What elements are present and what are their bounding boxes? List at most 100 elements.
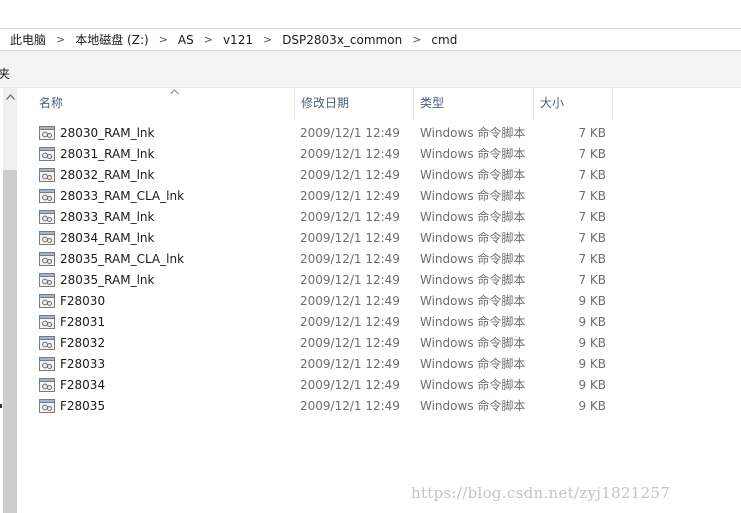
file-name[interactable]: F28034 [60, 375, 105, 396]
file-name[interactable]: 28033_RAM_lnk [60, 207, 154, 228]
cmd-script-file-icon [39, 126, 55, 140]
scrollbar-thumb[interactable] [3, 170, 17, 513]
file-modified-date: 2009/12/1 12:49 [300, 189, 400, 203]
file-modified-date: 2009/12/1 12:49 [300, 315, 400, 329]
breadcrumb-item-as[interactable]: AS [178, 33, 194, 47]
table-row[interactable]: 28032_RAM_lnk 2009/12/1 12:49 Windows 命令脚本… [22, 165, 741, 186]
file-name[interactable]: 28035_RAM_CLA_lnk [60, 249, 184, 270]
table-row[interactable]: F28030 2009/12/1 12:49 Windows 命令脚本 9 KB [22, 291, 741, 312]
cmd-script-file-icon [39, 168, 55, 182]
breadcrumb-separator-icon[interactable]: > [263, 33, 272, 46]
table-row[interactable]: 28031_RAM_lnk 2009/12/1 12:49 Windows 命令脚本… [22, 144, 741, 165]
pane-edge-mark [0, 404, 2, 408]
file-size: 9 KB [578, 399, 606, 413]
table-row[interactable]: 28035_RAM_CLA_lnk 2009/12/1 12:49 Windows … [22, 249, 741, 270]
file-name[interactable]: 28030_RAM_lnk [60, 123, 154, 144]
column-header-type[interactable]: 类型 [413, 88, 533, 120]
column-header-name[interactable]: 名称 [33, 88, 293, 120]
table-row[interactable]: 28033_RAM_CLA_lnk 2009/12/1 12:49 Windows … [22, 186, 741, 207]
cmd-script-file-icon [39, 231, 55, 245]
table-row[interactable]: F28031 2009/12/1 12:49 Windows 命令脚本 9 KB [22, 312, 741, 333]
file-name[interactable]: 28034_RAM_lnk [60, 228, 154, 249]
table-row[interactable]: F28035 2009/12/1 12:49 Windows 命令脚本 9 KB [22, 396, 741, 417]
column-header-size[interactable]: 大小 [533, 88, 613, 120]
file-size: 9 KB [578, 357, 606, 371]
cmd-script-file-icon [39, 273, 55, 287]
breadcrumb-separator-icon[interactable]: > [159, 33, 168, 46]
table-row[interactable]: 28035_RAM_lnk 2009/12/1 12:49 Windows 命令脚本… [22, 270, 741, 291]
file-name[interactable]: 28031_RAM_lnk [60, 144, 154, 165]
table-row[interactable]: F28032 2009/12/1 12:49 Windows 命令脚本 9 KB [22, 333, 741, 354]
file-type: Windows 命令脚本 [420, 378, 526, 392]
file-size: 7 KB [578, 252, 606, 266]
file-name[interactable]: F28031 [60, 312, 105, 333]
command-bar: 夹 [0, 51, 741, 88]
breadcrumb-separator-icon[interactable]: > [204, 33, 213, 46]
breadcrumb-separator-icon[interactable]: > [56, 33, 65, 46]
file-size: 7 KB [578, 126, 606, 140]
file-type: Windows 命令脚本 [420, 252, 526, 266]
file-type: Windows 命令脚本 [420, 168, 526, 182]
file-modified-date: 2009/12/1 12:49 [300, 357, 400, 371]
file-size: 7 KB [578, 147, 606, 161]
breadcrumb-item-local-disk[interactable]: 本地磁盘 (Z:) [75, 31, 148, 48]
breadcrumb-item-this-pc[interactable]: 此电脑 [10, 31, 46, 48]
file-size: 9 KB [578, 336, 606, 350]
file-size: 9 KB [578, 294, 606, 308]
file-type: Windows 命令脚本 [420, 357, 526, 371]
file-modified-date: 2009/12/1 12:49 [300, 168, 400, 182]
column-header-row: 名称 修改日期 类型 大小 [22, 88, 741, 120]
file-type: Windows 命令脚本 [420, 126, 526, 140]
file-size: 7 KB [578, 189, 606, 203]
table-row[interactable]: 28033_RAM_lnk 2009/12/1 12:49 Windows 命令脚本… [22, 207, 741, 228]
table-row[interactable]: 28034_RAM_lnk 2009/12/1 12:49 Windows 命令脚本… [22, 228, 741, 249]
table-row[interactable]: 28030_RAM_lnk 2009/12/1 12:49 Windows 命令脚本… [22, 123, 741, 144]
file-modified-date: 2009/12/1 12:49 [300, 294, 400, 308]
file-modified-date: 2009/12/1 12:49 [300, 147, 400, 161]
file-name[interactable]: F28033 [60, 354, 105, 375]
file-modified-date: 2009/12/1 12:49 [300, 252, 400, 266]
file-modified-date: 2009/12/1 12:49 [300, 126, 400, 140]
cmd-script-file-icon [39, 210, 55, 224]
file-name[interactable]: 28032_RAM_lnk [60, 165, 154, 186]
file-modified-date: 2009/12/1 12:49 [300, 210, 400, 224]
file-size: 7 KB [578, 231, 606, 245]
file-name[interactable]: F28032 [60, 333, 105, 354]
breadcrumb-item-v121[interactable]: v121 [223, 33, 253, 47]
column-header-date[interactable]: 修改日期 [294, 88, 414, 120]
file-modified-date: 2009/12/1 12:49 [300, 231, 400, 245]
cmd-script-file-icon [39, 399, 55, 413]
cmd-script-file-icon [39, 357, 55, 371]
file-name[interactable]: F28035 [60, 396, 105, 417]
breadcrumb-separator-icon[interactable]: > [412, 33, 421, 46]
file-size: 7 KB [578, 210, 606, 224]
cmd-script-file-icon [39, 147, 55, 161]
cmd-script-file-icon [39, 378, 55, 392]
file-name[interactable]: 28033_RAM_CLA_lnk [60, 186, 184, 207]
breadcrumb[interactable]: 此电脑 > 本地磁盘 (Z:) > AS > v121 > DSP2803x_c… [0, 28, 741, 51]
file-type: Windows 命令脚本 [420, 273, 526, 287]
breadcrumb-item-cmd[interactable]: cmd [431, 33, 457, 47]
watermark-text: https://blog.csdn.net/zyj1821257 [411, 484, 671, 502]
file-type: Windows 命令脚本 [420, 294, 526, 308]
file-modified-date: 2009/12/1 12:49 [300, 378, 400, 392]
table-row[interactable]: F28034 2009/12/1 12:49 Windows 命令脚本 9 KB [22, 375, 741, 396]
file-name[interactable]: F28030 [60, 291, 105, 312]
table-row[interactable]: F28033 2009/12/1 12:49 Windows 命令脚本 9 KB [22, 354, 741, 375]
file-name[interactable]: 28035_RAM_lnk [60, 270, 154, 291]
file-size: 7 KB [578, 168, 606, 182]
cmd-script-file-icon [39, 252, 55, 266]
column-header-name-label: 名称 [39, 96, 64, 110]
file-type: Windows 命令脚本 [420, 147, 526, 161]
command-bar-partial-label[interactable]: 夹 [0, 65, 10, 82]
cmd-script-file-icon [39, 294, 55, 308]
file-modified-date: 2009/12/1 12:49 [300, 399, 400, 413]
cmd-script-file-icon [39, 336, 55, 350]
file-modified-date: 2009/12/1 12:49 [300, 273, 400, 287]
file-type: Windows 命令脚本 [420, 315, 526, 329]
window-top-strip [0, 0, 741, 28]
breadcrumb-item-dsp2803x-common[interactable]: DSP2803x_common [282, 33, 402, 47]
file-size: 9 KB [578, 315, 606, 329]
scroll-up-arrow-icon[interactable] [3, 90, 17, 104]
file-modified-date: 2009/12/1 12:49 [300, 336, 400, 350]
